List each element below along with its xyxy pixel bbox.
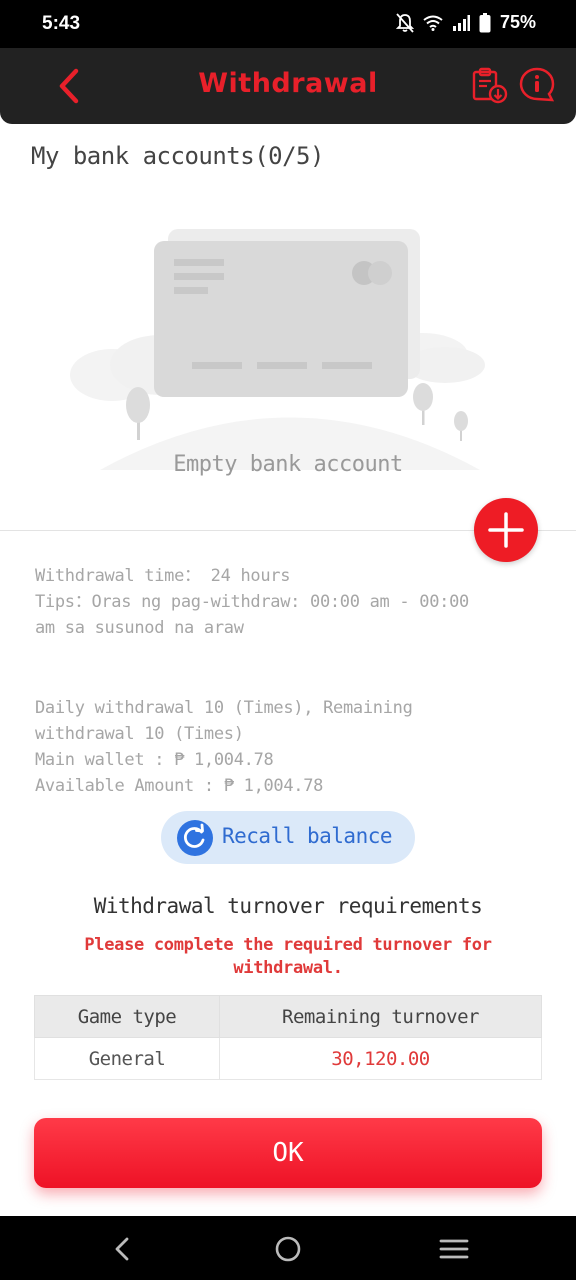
recall-icon-circle (177, 820, 213, 856)
turnover-title: Withdrawal turnover requirements (93, 894, 483, 918)
tips-text-line2: am sa susunod na araw (35, 618, 244, 638)
table-header-row: Game type Remaining turnover (34, 995, 542, 1038)
recall-balance-label: Recall balance (222, 824, 393, 848)
system-nav-bar (0, 1216, 576, 1280)
daily-withdrawal-line2: withdrawal 10 (Times) (35, 724, 244, 744)
main-wallet-text: Main wallet : ₱ 1,004.78 (35, 750, 274, 770)
tips-text-line1: Tips：Oras ng pag-withdraw: 00:00 am - 00… (35, 592, 469, 612)
status-icons: 75% (395, 12, 536, 33)
battery-percent: 75% (499, 12, 536, 32)
nav-back-icon (115, 1237, 129, 1261)
nav-back-button[interactable] (106, 1232, 140, 1266)
help-button[interactable] (518, 66, 556, 104)
plus-icon (488, 512, 524, 548)
wifi-icon (423, 15, 443, 31)
battery-icon (479, 12, 491, 32)
available-amount-text: Available Amount : ₱ 1,004.78 (35, 776, 324, 796)
withdrawal-time-text: Withdrawal time： 24 hours (35, 566, 291, 586)
add-bank-button[interactable] (474, 498, 538, 562)
cell-remaining-turnover: 30,120.00 (219, 1037, 542, 1080)
bell-off-icon (395, 12, 414, 33)
records-button[interactable] (470, 66, 508, 104)
status-time: 5:43 (42, 13, 81, 34)
turnover-warning: Please complete the required turnover fo… (40, 934, 536, 980)
nav-home-button[interactable] (271, 1232, 305, 1266)
column-header-remaining: Remaining turnover (219, 995, 542, 1038)
cell-game-type: General (34, 1037, 220, 1080)
turnover-warning-line2: withdrawal. (233, 958, 343, 978)
nav-recents-button[interactable] (437, 1232, 471, 1266)
info-chat-icon (519, 67, 555, 102)
table-row: General 30,120.00 (34, 1037, 542, 1080)
turnover-table: Game type Remaining turnover General 30,… (34, 995, 542, 1080)
bank-accounts-title: My bank accounts(0/5) (31, 142, 324, 170)
app-header: Withdrawal (0, 48, 576, 124)
empty-bank-text: Empty bank account (173, 452, 403, 477)
ok-button[interactable]: OK (34, 1118, 542, 1188)
column-header-game-type: Game type (34, 995, 220, 1038)
refresh-icon (183, 823, 205, 848)
nav-home-icon (275, 1236, 301, 1262)
status-bar: 5:43 75% (0, 0, 576, 48)
clipboard-download-icon (472, 67, 508, 104)
turnover-warning-line1: Please complete the required turnover fo… (84, 935, 492, 955)
recall-balance-button[interactable]: Recall balance (161, 811, 415, 864)
daily-withdrawal-line1: Daily withdrawal 10 (Times), Remaining (35, 698, 413, 718)
signal-icon (452, 14, 470, 31)
nav-recents-icon (439, 1239, 469, 1259)
